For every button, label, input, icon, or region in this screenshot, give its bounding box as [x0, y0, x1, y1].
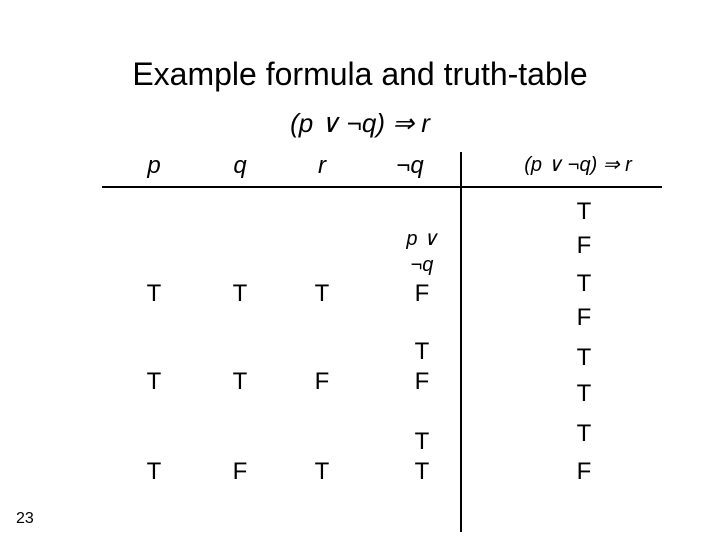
cell-p-3: T	[124, 458, 184, 486]
cell-nq-extra-f: F	[382, 368, 462, 396]
result-2: F	[564, 232, 604, 260]
cell-nq-extra-t: T	[382, 338, 462, 366]
label-p-or: p ∨	[382, 226, 462, 251]
result-7: T	[564, 420, 604, 448]
result-8: F	[564, 458, 604, 486]
label-not-q: ¬q	[382, 254, 462, 277]
header-formula: (p ∨ ¬q) ⇒ r	[494, 152, 662, 177]
cell-r-1: T	[292, 280, 352, 308]
slide-title: Example formula and truth-table	[0, 56, 720, 93]
cell-nq-3a: T	[382, 428, 462, 456]
header-p: p	[124, 152, 184, 180]
cell-nq-1: F	[382, 280, 462, 308]
cell-p-1: T	[124, 280, 184, 308]
result-5: T	[564, 344, 604, 372]
cell-q-1: T	[210, 280, 270, 308]
cell-q-3: F	[210, 458, 270, 486]
cell-r-2: F	[292, 368, 352, 396]
header-rule	[102, 186, 662, 188]
cell-r-3: T	[292, 458, 352, 486]
main-formula: (p ∨ ¬q) ⇒ r	[0, 108, 720, 139]
page-number: 23	[16, 510, 34, 528]
result-4: F	[564, 304, 604, 332]
cell-nq-3: T	[382, 458, 462, 486]
header-not-q: ¬q	[370, 152, 450, 180]
cell-p-2: T	[124, 368, 184, 396]
cell-q-2: T	[210, 368, 270, 396]
header-r: r	[292, 152, 352, 180]
header-q: q	[210, 152, 270, 180]
result-6: T	[564, 380, 604, 408]
slide: Example formula and truth-table (p ∨ ¬q)…	[0, 0, 720, 540]
result-3: T	[564, 270, 604, 298]
result-1: T	[564, 198, 604, 226]
